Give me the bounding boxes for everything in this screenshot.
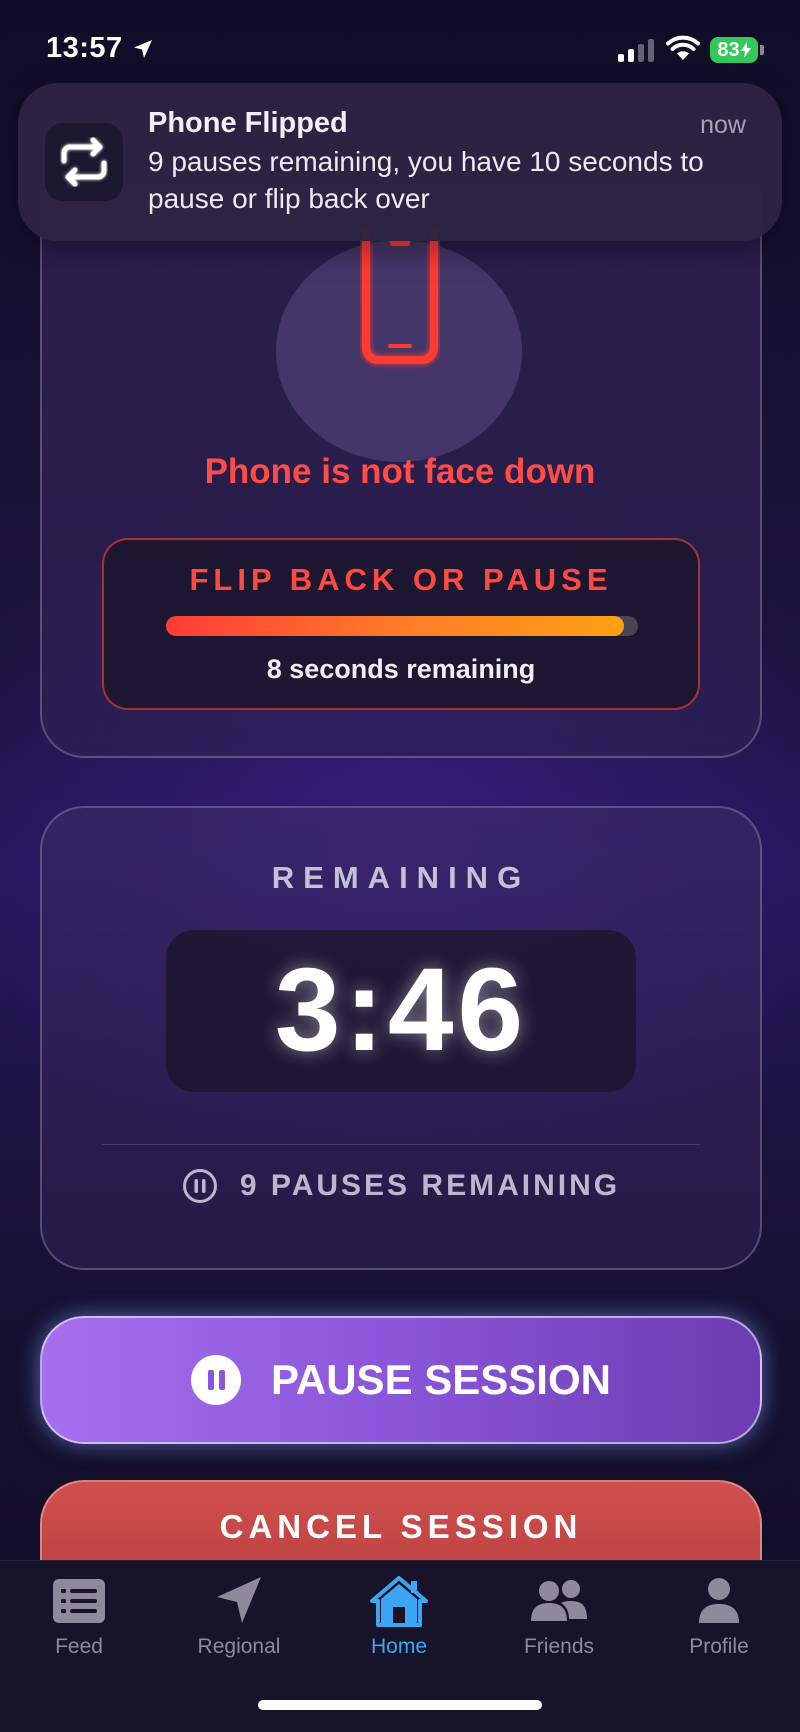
phone-icon (362, 226, 438, 364)
tab-friends[interactable]: Friends (489, 1575, 629, 1659)
battery-indicator: 83 (710, 37, 758, 63)
cancel-session-label: CANCEL SESSION (219, 1508, 583, 1545)
pauses-remaining-text: 9 PAUSES REMAINING (239, 1169, 621, 1202)
clock-text: 13:57 (46, 32, 123, 64)
tab-label-home: Home (370, 1635, 428, 1658)
phone-status-text: Phone is not face down (204, 452, 596, 491)
profile-icon (699, 1578, 739, 1623)
pause-circle-icon (182, 1169, 217, 1203)
tab-label-feed: Feed (55, 1635, 103, 1658)
remaining-label: REMAINING (271, 860, 531, 895)
tab-label-regional: Regional (197, 1635, 281, 1658)
tab-label-friends: Friends (523, 1635, 595, 1658)
tab-profile[interactable]: Profile (649, 1575, 789, 1659)
wifi-icon (666, 35, 700, 60)
pause-icon (191, 1355, 241, 1405)
home-indicator[interactable] (258, 1700, 542, 1710)
notification-body: 9 pauses remaining, you have 10 seconds … (148, 146, 704, 214)
friends-icon (531, 1580, 587, 1621)
battery-tip (760, 45, 764, 55)
tab-label-profile: Profile (689, 1635, 749, 1658)
timer-card: REMAINING 3:46 9 PAUSES REMAINING (40, 806, 762, 1270)
feed-icon (53, 1579, 105, 1623)
notification-app-icon (45, 123, 123, 201)
tab-home[interactable]: Home (329, 1575, 469, 1659)
timer-display: 3:46 (166, 930, 636, 1092)
status-time: 13:57 (46, 32, 155, 65)
timer-value: 3:46 (274, 944, 528, 1076)
location-arrow-icon (217, 1577, 261, 1623)
tab-feed[interactable]: Feed (9, 1575, 149, 1659)
charging-bolt-icon (740, 42, 751, 58)
notification-banner[interactable]: Phone Flipped now 9 pauses remaining, yo… (18, 83, 782, 241)
divider (102, 1144, 700, 1145)
flip-warning-title: FLIP BACK OR PAUSE (189, 562, 613, 597)
home-icon (370, 1576, 428, 1627)
cellular-signal-icon (618, 38, 654, 62)
notification-time: now (700, 111, 746, 139)
battery-level: 83 (717, 38, 740, 61)
countdown-progress-bar (166, 616, 638, 636)
flip-warning-box: FLIP BACK OR PAUSE 8 seconds remaining (102, 538, 700, 710)
pause-session-button[interactable]: PAUSE SESSION (40, 1316, 762, 1444)
location-arrow-icon (133, 39, 152, 58)
pause-session-label: PAUSE SESSION (271, 1356, 611, 1403)
notification-title: Phone Flipped (148, 107, 348, 139)
flip-arrows-icon (61, 137, 107, 187)
tab-regional[interactable]: Regional (169, 1575, 309, 1659)
countdown-text: 8 seconds remaining (266, 654, 536, 684)
pauses-remaining-row: 9 PAUSES REMAINING (42, 1168, 760, 1204)
countdown-progress-fill (166, 616, 624, 636)
